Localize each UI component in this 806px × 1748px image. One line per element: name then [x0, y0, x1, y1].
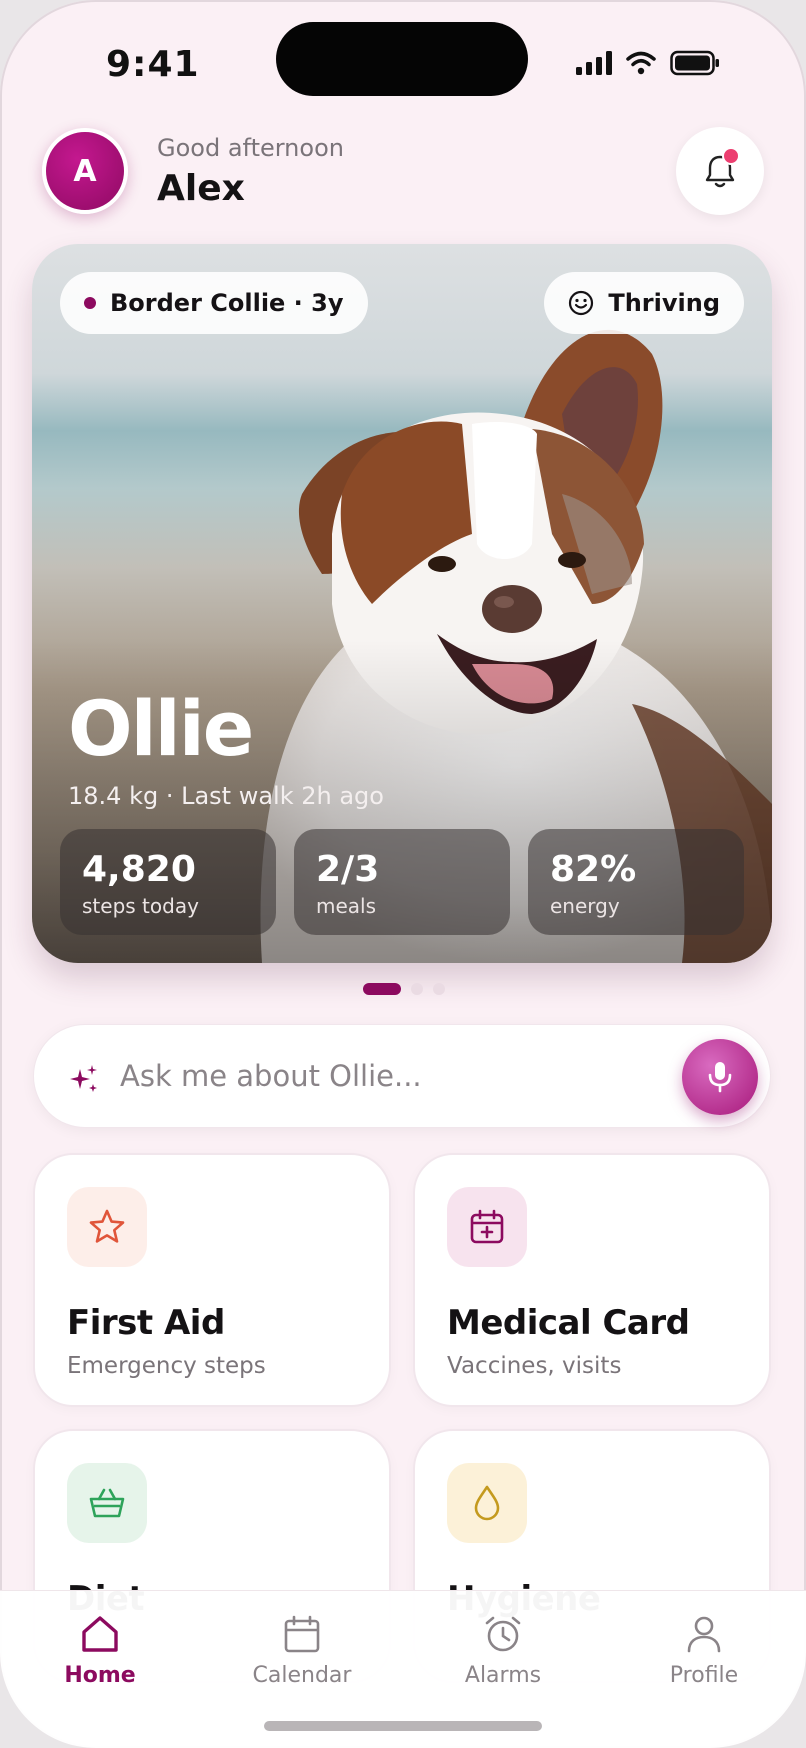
breed-chip: Border Collie · 3y	[60, 272, 368, 334]
tab-home[interactable]: Home	[30, 1613, 170, 1688]
battery-icon	[670, 50, 719, 76]
tile-subtitle: Emergency steps	[67, 1353, 266, 1379]
pet-hero-card[interactable]: Border Collie · 3y Thriving Ollie 18.4 k…	[32, 244, 772, 963]
cellular-signal-icon	[576, 51, 612, 75]
stat-value: 4,820	[82, 849, 196, 890]
microphone-icon	[708, 1062, 732, 1093]
notifications-button[interactable]	[676, 127, 764, 215]
home-indicator[interactable]	[264, 1721, 542, 1731]
tile-icon-bg	[67, 1463, 147, 1543]
carousel-pager	[363, 983, 445, 995]
status-icons	[576, 50, 720, 76]
pet-name: Ollie	[68, 684, 254, 773]
tab-label: Calendar	[252, 1663, 352, 1688]
tab-label: Profile	[669, 1663, 739, 1688]
stat-meals: 2/3 meals	[294, 829, 510, 935]
tile-title: First Aid	[67, 1303, 225, 1343]
tab-alarms[interactable]: Alarms	[433, 1613, 573, 1688]
sparkles-icon	[70, 1065, 97, 1092]
wifi-icon	[626, 51, 656, 75]
ask-assistant-bar[interactable]: Ask me about Ollie...	[33, 1024, 771, 1128]
stat-steps: 4,820 steps today	[60, 829, 276, 935]
greeting-text: Good afternoon	[157, 134, 344, 162]
basket-icon	[89, 1488, 125, 1518]
calendar-plus-icon	[470, 1209, 504, 1244]
pet-stats: 4,820 steps today 2/3 meals 82% energy	[60, 829, 744, 935]
tab-calendar[interactable]: Calendar	[232, 1613, 372, 1688]
tab-profile[interactable]: Profile	[634, 1613, 774, 1688]
dynamic-island	[276, 22, 528, 96]
pager-dot-active[interactable]	[363, 983, 401, 995]
tile-icon-bg	[447, 1463, 527, 1543]
tile-subtitle: Vaccines, visits	[447, 1353, 622, 1379]
stat-label: meals	[316, 894, 377, 918]
smile-icon	[569, 290, 594, 316]
stat-value: 82%	[550, 849, 637, 890]
ask-input-placeholder[interactable]: Ask me about Ollie...	[120, 1059, 422, 1093]
stat-label: steps today	[82, 894, 199, 918]
droplet-icon	[474, 1485, 500, 1521]
notification-badge	[722, 147, 740, 165]
user-name: Alex	[157, 168, 245, 209]
stat-value: 2/3	[316, 849, 380, 890]
alarm-clock-icon	[485, 1616, 521, 1652]
stat-energy: 82% energy	[528, 829, 744, 935]
user-avatar[interactable]: A	[42, 128, 128, 214]
home-icon	[82, 1616, 118, 1652]
pager-dot[interactable]	[433, 983, 445, 995]
pet-subtitle: 18.4 kg · Last walk 2h ago	[68, 782, 384, 810]
stat-label: energy	[550, 894, 620, 918]
status-time: 9:41	[106, 44, 200, 85]
phone-screen: 9:41 A Good afternoon Alex Border Collie…	[0, 0, 806, 1748]
tile-title: Medical Card	[447, 1303, 690, 1343]
person-icon	[687, 1616, 721, 1653]
mood-chip: Thriving	[544, 272, 744, 334]
tab-label: Alarms	[464, 1663, 542, 1688]
voice-input-button[interactable]	[682, 1039, 758, 1115]
tile-medical-card[interactable]: Medical Card Vaccines, visits	[413, 1153, 771, 1407]
calendar-icon	[284, 1615, 320, 1653]
breed-chip-label: Border Collie · 3y	[110, 289, 344, 317]
status-dot	[84, 297, 96, 309]
tile-icon-bg	[67, 1187, 147, 1267]
tab-label: Home	[64, 1663, 136, 1688]
star-icon	[89, 1209, 125, 1243]
pager-dot[interactable]	[411, 983, 423, 995]
mood-chip-label: Thriving	[608, 289, 720, 317]
tile-icon-bg	[447, 1187, 527, 1267]
tile-first-aid[interactable]: First Aid Emergency steps	[33, 1153, 391, 1407]
